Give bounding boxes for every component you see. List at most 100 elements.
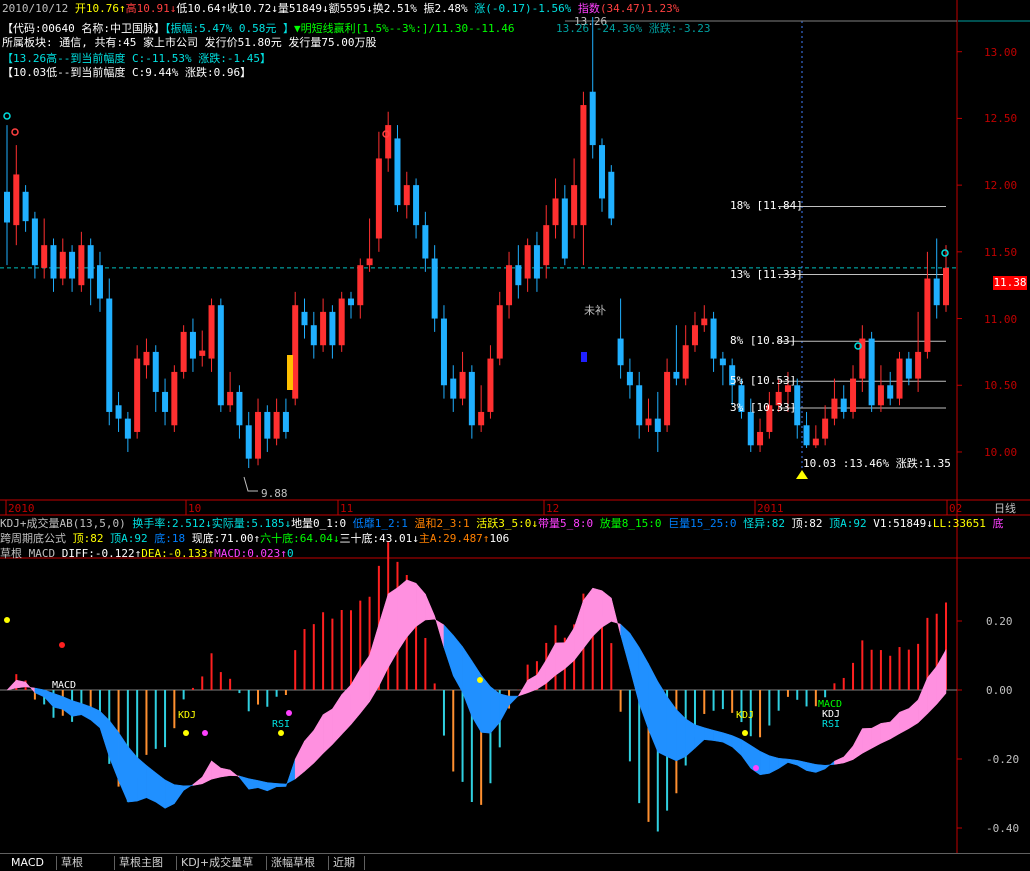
- macd-ribbon-seg-72: [676, 708, 686, 762]
- macd-ribbon-seg-4: [43, 689, 54, 708]
- title-seg-0: 【代码:00640 名称:中卫国脉】: [2, 22, 165, 35]
- candle-body-59: [552, 198, 559, 226]
- candle-body-33: [310, 325, 317, 346]
- kdjvol-seg-7: 带量5_8:0: [538, 517, 594, 530]
- price-tick-label: 11.50: [984, 245, 1018, 259]
- candle-body-40: [375, 158, 382, 239]
- kdjvol-seg-1: 换手率:2.512↓: [125, 517, 212, 530]
- macd-tick-label: -0.40: [986, 822, 1020, 835]
- candle-body-98: [915, 351, 922, 379]
- macd-ribbon-seg-66: [620, 623, 631, 669]
- candle-body-24: [227, 391, 234, 406]
- chart-canvas: [0, 0, 1030, 853]
- candle-body-52: [487, 358, 494, 412]
- candle-body-18: [171, 371, 178, 426]
- macd-ribbon-seg-79: [741, 739, 752, 770]
- macd-signal-label: MACD: [52, 680, 77, 691]
- gap-unfilled-label: 未补: [584, 304, 606, 317]
- macd-ribbon-seg-50: [471, 659, 482, 734]
- candle-body-29: [273, 411, 280, 439]
- candle-body-47: [440, 318, 447, 386]
- price-tick-label: 12.00: [984, 179, 1018, 193]
- macd-ribbon-seg-55: [518, 679, 528, 697]
- macd-ribbon-seg-76: [713, 729, 724, 743]
- tab-2[interactable]: 草根主图用: [116, 856, 177, 871]
- macd-ribbon-seg-41: [387, 587, 398, 669]
- tab-3[interactable]: KDJ+成交量草根: [178, 856, 267, 871]
- macd-ribbon-seg-10: [99, 710, 110, 758]
- candle-body-67: [626, 371, 633, 386]
- period-label[interactable]: 日线: [994, 502, 1016, 515]
- macd-ribbon-seg-26: [248, 778, 259, 790]
- tab-5[interactable]: 近期: [330, 856, 365, 870]
- crossperiod-seg-5: 六十底:64.04↓: [260, 532, 340, 545]
- macd-ribbon-seg-63: [592, 587, 603, 638]
- candle-body-25: [236, 391, 243, 426]
- fib-pct: 18%: [730, 199, 750, 213]
- rsi-signal-label-2: RSI: [822, 719, 841, 730]
- macd-ribbon-seg-81: [759, 750, 770, 776]
- candle-body-95: [887, 385, 894, 399]
- candle-body-9: [87, 245, 94, 279]
- macd-ribbon-seg-8: [81, 702, 91, 721]
- macd-ribbon-seg-78: [731, 735, 742, 757]
- kdjvol-seg-10: 怪异:82: [736, 517, 786, 530]
- candle-body-96: [896, 358, 903, 399]
- crossperiod-seg-4: 现底:71.00↑: [185, 532, 261, 545]
- macd-ribbon-seg-13: [127, 745, 138, 803]
- macd-signal-dot-3: [202, 730, 208, 736]
- candle-body-0: [4, 191, 10, 223]
- candle-body-90: [840, 398, 847, 412]
- macd-ribbon-seg-100: [936, 648, 947, 705]
- kdjvol-seg-0: KDJ+成交量AB(13,5,0): [0, 517, 126, 530]
- indicator-tab-bar: MACD草根 MACD草根主图用KDJ+成交量草根涨幅草根近期: [0, 853, 1030, 871]
- candle-body-38: [357, 265, 364, 306]
- macd-signal-dot-2: [183, 730, 189, 736]
- quote-seg-5: 量51849↓: [277, 2, 329, 15]
- kdjvol-seg-3: 地量0_1:0: [291, 517, 347, 530]
- kdjvol-seg-13: V1:51849↓: [866, 517, 933, 530]
- fib-label-0: 18% [11.84]: [730, 199, 803, 212]
- crossperiod-seg-7: 主A:29.487↑: [418, 532, 490, 545]
- macd-ribbon-seg-77: [722, 732, 733, 748]
- candle-body-31: [292, 305, 299, 399]
- macd-ribbon-seg-11: [109, 719, 119, 781]
- macd-ribbon-seg-36: [341, 684, 352, 736]
- macd-ribbon-seg-57: [536, 658, 547, 690]
- macd-ribbon-seg-70: [657, 680, 668, 758]
- tab-4[interactable]: 涨幅草根: [268, 856, 329, 870]
- candle-body-5: [50, 245, 57, 279]
- macd-ribbon-seg-52: [490, 686, 500, 734]
- candle-body-21: [199, 350, 206, 356]
- candle-body-12: [115, 405, 122, 419]
- candle-body-6: [59, 251, 66, 279]
- candle-body-64: [599, 145, 606, 199]
- candle-body-65: [608, 171, 615, 219]
- low-amplitude: 【10.03低--到当前幅度 C:9.44% 涨跌:0.96】: [2, 66, 251, 79]
- candle-body-99: [924, 278, 931, 352]
- tab-0[interactable]: MACD: [8, 856, 57, 870]
- kdj-signal-label-2: KDJ: [736, 710, 755, 721]
- crossperiod-seg-6: 三十底:43.01↓: [339, 532, 419, 545]
- fib-price: [10.33]: [743, 400, 797, 414]
- kdjvol-seg-9: 巨量15_25:0: [661, 517, 737, 530]
- low-seg-0: 【10.03低--到当前幅度 C:9.44% 涨跌:0.96】: [2, 66, 252, 79]
- indicator-kdj-volume: KDJ+成交量AB(13,5,0) 换手率:2.512↓实际量:5.185↓地量…: [0, 517, 1003, 530]
- candle-body-35: [329, 311, 336, 346]
- candle-body-100: [933, 278, 940, 306]
- quote-header: 2010/10/12 开10.76↑高10.91↓低10.64↑收10.72↓量…: [2, 2, 679, 15]
- current-price-tag: 11.38: [993, 276, 1027, 290]
- candle-body-43: [403, 185, 410, 206]
- macd-ribbon-seg-82: [769, 755, 779, 774]
- kdjvol-seg-6: 活跃3_5:0↓: [469, 517, 539, 530]
- macd-ribbon-seg-75: [704, 727, 714, 741]
- gap-marker: [581, 352, 587, 362]
- fib-pct: 3%: [730, 400, 744, 414]
- macd-ribbon-seg-89: [834, 756, 844, 765]
- macd-ribbon-seg-87: [815, 764, 826, 773]
- sector-seg-0: 所属板块: 通信, 共有:45 家上市公司 发行价51.80元 发行量75.00…: [2, 36, 377, 49]
- candle-body-53: [496, 305, 503, 359]
- macd-ribbon-seg-47: [443, 624, 454, 676]
- crossperiod-seg-2: 顶A:92: [103, 532, 148, 545]
- tab-1[interactable]: 草根 MACD: [58, 856, 115, 871]
